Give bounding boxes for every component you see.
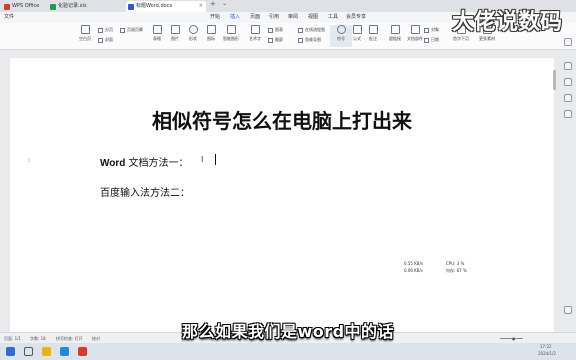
link-icon (390, 25, 400, 34)
line1-text: 文档方法一： (125, 158, 189, 169)
tab-spreadsheet[interactable]: 化验记录.xls (48, 1, 120, 12)
menu-home[interactable]: 开始 (210, 12, 220, 23)
file-explorer-icon[interactable] (42, 347, 51, 356)
document-line-2: 百度输入法方法二： (100, 188, 190, 199)
ibeam-cursor-icon: I (201, 155, 204, 164)
side-panel-icon[interactable] (564, 38, 572, 46)
flowchart-button[interactable]: 在线流程图 (298, 27, 325, 33)
tab-wps-office[interactable]: WPS Office (2, 1, 46, 12)
date-button[interactable]: 日期 (424, 37, 439, 43)
paragraph-mark-icon: ⇳ (27, 158, 32, 164)
vertical-scrollbar[interactable] (550, 58, 558, 328)
comment-icon (368, 25, 378, 34)
page-break-button[interactable]: 分页 (98, 27, 113, 33)
screenshot-button[interactable]: 截屏 (268, 37, 283, 43)
object-button[interactable]: 对象 (424, 27, 439, 33)
menu-page[interactable]: 页面 (250, 12, 260, 23)
screenshot-icon (268, 37, 273, 43)
cpu-usage: CPU: 3 % (446, 261, 465, 266)
hyperlink-button[interactable]: 超链接 (384, 25, 406, 47)
side-shape-icon[interactable] (564, 94, 572, 102)
blank-page-icon (80, 25, 90, 34)
document-line-1: Word 文档方法一： (100, 154, 189, 169)
side-scroll-down-icon[interactable] (564, 306, 572, 314)
picture-icon (170, 25, 180, 34)
omega-symbol-icon (336, 25, 346, 34)
menu-review[interactable]: 审阅 (288, 12, 298, 23)
wps-taskbar-icon[interactable] (78, 347, 87, 356)
cover-button[interactable]: 封面 (98, 37, 113, 43)
new-tab-button[interactable]: + (210, 0, 216, 8)
icon-library-icon (206, 25, 216, 34)
object-icon (424, 27, 429, 33)
blank-page-button[interactable]: 空白页 (74, 25, 96, 47)
start-menu-icon[interactable] (6, 347, 15, 356)
word-art-button[interactable]: 艺术字 (244, 25, 266, 47)
channel-watermark: 大佬说数码 (452, 9, 563, 35)
text-caret (215, 154, 216, 165)
network-monitor: 0.55 KB/s 0.06 KB/s CPU: 3 % 内存: 67 % (404, 261, 534, 277)
menu-tools[interactable]: 工具 (328, 12, 338, 23)
comment-button[interactable]: 批注 (362, 25, 384, 47)
browser-icon[interactable] (60, 347, 69, 356)
table-icon (152, 25, 162, 34)
doc-parts-icon (410, 25, 420, 34)
side-settings-icon[interactable] (564, 62, 572, 70)
close-tab-icon[interactable]: ✕ (199, 1, 203, 12)
chart-button[interactable]: 图表 (268, 27, 283, 33)
header-footer-icon (120, 27, 125, 33)
mindmap-button[interactable]: 思维导图 (298, 37, 321, 43)
scrollbar-thumb[interactable] (553, 70, 556, 90)
shape-icon (188, 25, 198, 34)
document-page[interactable]: 相似符号怎么在电脑上打出来 ⇳ Word 文档方法一： I 百度输入法方法二： (10, 58, 554, 332)
menu-member[interactable]: 会员专享 (346, 12, 366, 23)
word-doc-icon (128, 4, 134, 10)
icon-button[interactable]: 图标 (200, 25, 222, 47)
clock-time: 17:22 (540, 344, 552, 349)
memory-usage: 内存: 67 % (446, 268, 467, 273)
chart-icon (268, 27, 273, 33)
doc-parts-button[interactable]: 文档部件 (404, 25, 426, 47)
menu-view[interactable]: 视图 (308, 12, 318, 23)
page-break-icon (98, 27, 103, 33)
flowchart-icon (298, 27, 303, 33)
windows-taskbar: 17:22 2024/1/2 (0, 343, 576, 360)
video-subtitle: 那么如果我们是word中的话 (181, 322, 395, 341)
tab-document[interactable]: 标题Word.docx ✕ (126, 1, 206, 12)
calendar-icon (424, 37, 429, 43)
side-help-icon[interactable] (564, 110, 572, 118)
mindmap-icon (298, 37, 303, 43)
formula-icon (352, 25, 362, 34)
download-speed: 0.06 KB/s (404, 268, 423, 273)
word-art-icon (250, 25, 260, 34)
search-icon[interactable] (24, 347, 33, 356)
chevron-down-icon[interactable]: ⌄ (222, 0, 227, 7)
spreadsheet-icon (50, 4, 56, 10)
header-footer-button[interactable]: 页眉页脚 (120, 27, 143, 33)
side-style-icon[interactable] (564, 78, 572, 86)
menu-reference[interactable]: 引用 (269, 12, 279, 23)
document-title: 相似符号怎么在电脑上打出来 (152, 109, 412, 133)
clock-date: 2024/1/2 (538, 351, 556, 356)
upload-speed: 0.55 KB/s (404, 261, 423, 266)
wps-logo-icon (4, 4, 10, 10)
cover-icon (98, 37, 103, 43)
smart-art-button[interactable]: 智能图形 (220, 25, 242, 47)
menu-file[interactable]: 文件 (4, 12, 14, 23)
line1-word: Word (100, 158, 126, 169)
smart-art-icon (226, 25, 236, 34)
